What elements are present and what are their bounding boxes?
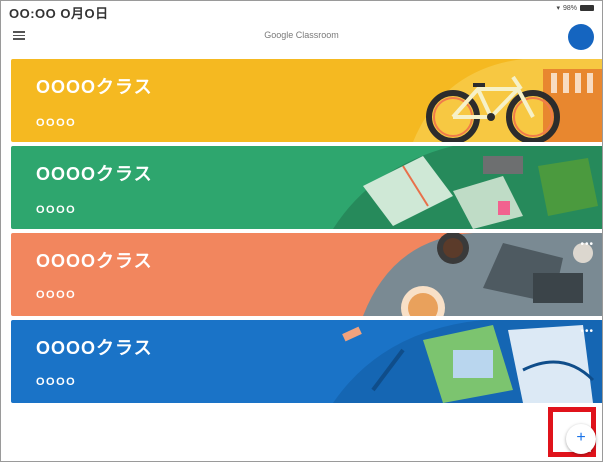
more-options-icon[interactable]: ••• <box>580 239 594 250</box>
class-banner-illustration <box>413 59 602 142</box>
class-name: OOOOクラス <box>36 77 153 97</box>
class-card[interactable]: ••• OOOOクラス OOOO <box>11 233 602 316</box>
class-card[interactable]: ••• OOOOクラス OOOO <box>11 320 602 403</box>
class-section: OOOO <box>36 117 77 129</box>
more-options-icon[interactable]: ••• <box>580 326 594 337</box>
class-section: OOOO <box>36 204 77 216</box>
battery-percent: 98% <box>562 4 577 12</box>
battery-icon <box>580 5 594 11</box>
avatar[interactable] <box>568 24 594 50</box>
class-banner-illustration <box>333 146 602 229</box>
app-bar: Google Classroom <box>1 19 602 55</box>
app-title: Google Classroom <box>264 30 339 40</box>
status-bar: OO:OO O月O日 ▾ 98% <box>1 1 602 21</box>
class-name: OOOOクラス <box>36 164 153 184</box>
wifi-icon: ▾ <box>556 5 560 12</box>
class-section: OOOO <box>36 289 77 301</box>
status-right: ▾ 98% <box>556 4 594 12</box>
class-banner-illustration <box>333 320 602 403</box>
class-banner-illustration <box>363 233 602 316</box>
class-section: OOOO <box>36 376 77 388</box>
add-class-button[interactable]: + <box>566 424 596 454</box>
class-card[interactable]: OOOOクラス OOOO <box>11 59 602 142</box>
app-window: OO:OO O月O日 ▾ 98% Google Classroom OOOOクラ… <box>0 0 603 462</box>
class-name: OOOOクラス <box>36 338 153 358</box>
class-name: OOOOクラス <box>36 251 153 271</box>
class-card[interactable]: OOOOクラス OOOO <box>11 146 602 229</box>
